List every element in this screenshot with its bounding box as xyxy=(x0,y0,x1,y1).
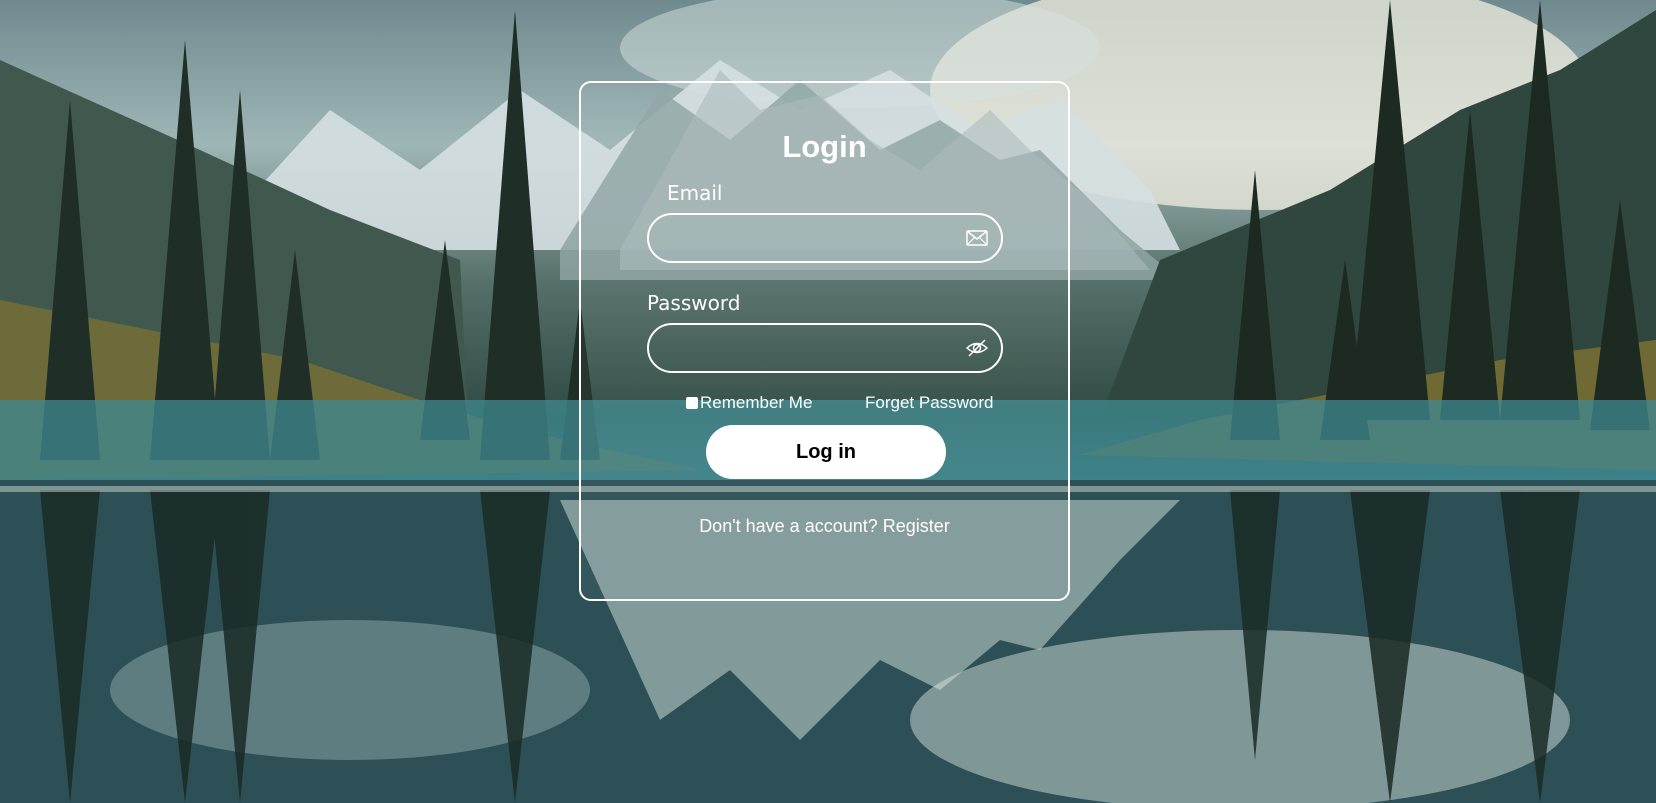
mail-icon xyxy=(966,230,988,246)
email-label: Email xyxy=(667,181,723,205)
forget-password-link[interactable]: Forget Password xyxy=(865,393,994,413)
login-title: Login xyxy=(782,129,867,164)
register-link[interactable]: Register xyxy=(883,516,950,536)
remember-me[interactable]: Remember Me xyxy=(686,393,812,413)
remember-label: Remember Me xyxy=(700,393,813,412)
login-button[interactable]: Log in xyxy=(706,425,946,479)
eye-off-icon[interactable] xyxy=(965,338,989,358)
password-field[interactable] xyxy=(647,323,1003,373)
register-line: Don't have a account? Register xyxy=(581,516,1068,537)
password-label: Password xyxy=(647,291,741,315)
email-input[interactable] xyxy=(667,223,951,255)
register-prompt: Don't have a account? xyxy=(699,516,878,536)
password-input[interactable] xyxy=(667,333,951,365)
email-field[interactable] xyxy=(647,213,1003,263)
remember-checkbox[interactable] xyxy=(686,397,698,409)
login-screen: Login Email Password Remember Me Forget … xyxy=(0,0,1656,803)
options-row: Remember Me Forget Password xyxy=(581,391,1068,415)
login-card: Login Email Password Remember Me Forget … xyxy=(579,81,1070,601)
